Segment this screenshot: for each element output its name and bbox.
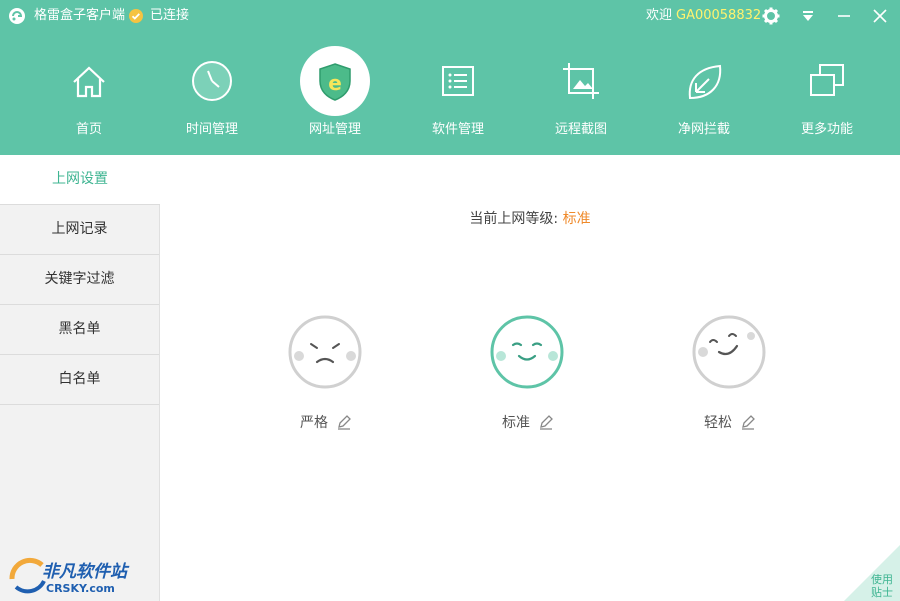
watermark-en: CRSKY.com <box>46 582 115 595</box>
nav-home[interactable]: 首页 <box>39 40 139 150</box>
nav-label: 首页 <box>75 122 102 137</box>
sad-face-icon[interactable] <box>287 314 363 390</box>
close-icon[interactable] <box>870 6 890 26</box>
check-icon <box>129 9 143 23</box>
smile-face-icon[interactable] <box>489 314 565 390</box>
nav-time-management[interactable]: 时间管理 <box>162 40 262 150</box>
tips-line-1: 使用 <box>871 573 893 586</box>
level-label-relaxed: 轻松 <box>704 415 732 431</box>
sidebar-item-blacklist[interactable]: 黑名单 <box>0 305 159 355</box>
nav-url-management[interactable]: e 网址管理 <box>285 40 385 150</box>
current-level-label: 当前上网等级: <box>469 211 559 227</box>
header-bar: 格雷盒子客户端 已连接 欢迎 GA00058832 首页 时间管理 e 网址管理… <box>0 0 900 155</box>
current-level-value: 标准 <box>562 211 591 227</box>
nav-label: 软件管理 <box>431 122 484 137</box>
tips-button[interactable]: 使用 贴士 <box>870 573 894 599</box>
clock-icon <box>192 61 232 101</box>
welcome-label: 欢迎 <box>646 8 673 23</box>
nav-software-management[interactable]: 软件管理 <box>408 40 508 150</box>
app-logo-icon <box>9 8 25 24</box>
connection-status: 已连接 <box>150 8 190 23</box>
user-id: GA00058832 <box>676 8 762 23</box>
title-bar: 格雷盒子客户端 已连接 欢迎 GA00058832 <box>0 0 900 32</box>
dropdown-icon[interactable] <box>798 6 818 26</box>
current-level-line: 当前上网等级: 标准 <box>160 210 900 228</box>
windows-icon <box>810 64 844 96</box>
home-icon <box>73 66 105 98</box>
app-title: 格雷盒子客户端 <box>34 8 126 23</box>
sidebar-item-browsing-history[interactable]: 上网记录 <box>0 205 159 255</box>
nav-label: 净网拦截 <box>677 122 730 137</box>
level-label-standard: 标准 <box>502 415 530 431</box>
wink-face-icon[interactable] <box>691 314 767 390</box>
minimize-icon[interactable] <box>834 6 854 26</box>
nav-net-filter[interactable]: 净网拦截 <box>654 40 754 150</box>
main-nav: 首页 时间管理 e 网址管理 软件管理 远程截图 净网拦截 更多功能 <box>0 40 900 150</box>
shield-e-icon: e <box>319 63 351 101</box>
svg-text:e: e <box>328 71 342 95</box>
nav-remote-screenshot[interactable]: 远程截图 <box>531 40 631 150</box>
pencil-icon[interactable] <box>538 414 554 430</box>
sidebar: 上网设置 上网记录 关键字过滤 黑名单 白名单 <box>0 155 160 601</box>
tips-line-2: 贴士 <box>871 586 893 599</box>
pencil-icon[interactable] <box>336 414 352 430</box>
list-icon <box>442 66 474 96</box>
leaf-icon <box>688 64 722 100</box>
nav-label: 更多功能 <box>800 122 853 137</box>
watermark-cn: 非凡软件站 <box>42 562 127 582</box>
sidebar-item-internet-settings[interactable]: 上网设置 <box>0 155 160 205</box>
screenshot-icon <box>563 63 599 99</box>
nav-label: 时间管理 <box>185 122 238 137</box>
gear-icon[interactable] <box>761 6 781 26</box>
nav-label: 远程截图 <box>554 122 607 137</box>
level-label-strict: 严格 <box>300 415 328 431</box>
sidebar-item-whitelist[interactable]: 白名单 <box>0 355 159 405</box>
nav-label: 网址管理 <box>308 122 361 137</box>
pencil-icon[interactable] <box>740 414 756 430</box>
sidebar-item-keyword-filter[interactable]: 关键字过滤 <box>0 255 159 305</box>
nav-more-features[interactable]: 更多功能 <box>777 40 877 150</box>
